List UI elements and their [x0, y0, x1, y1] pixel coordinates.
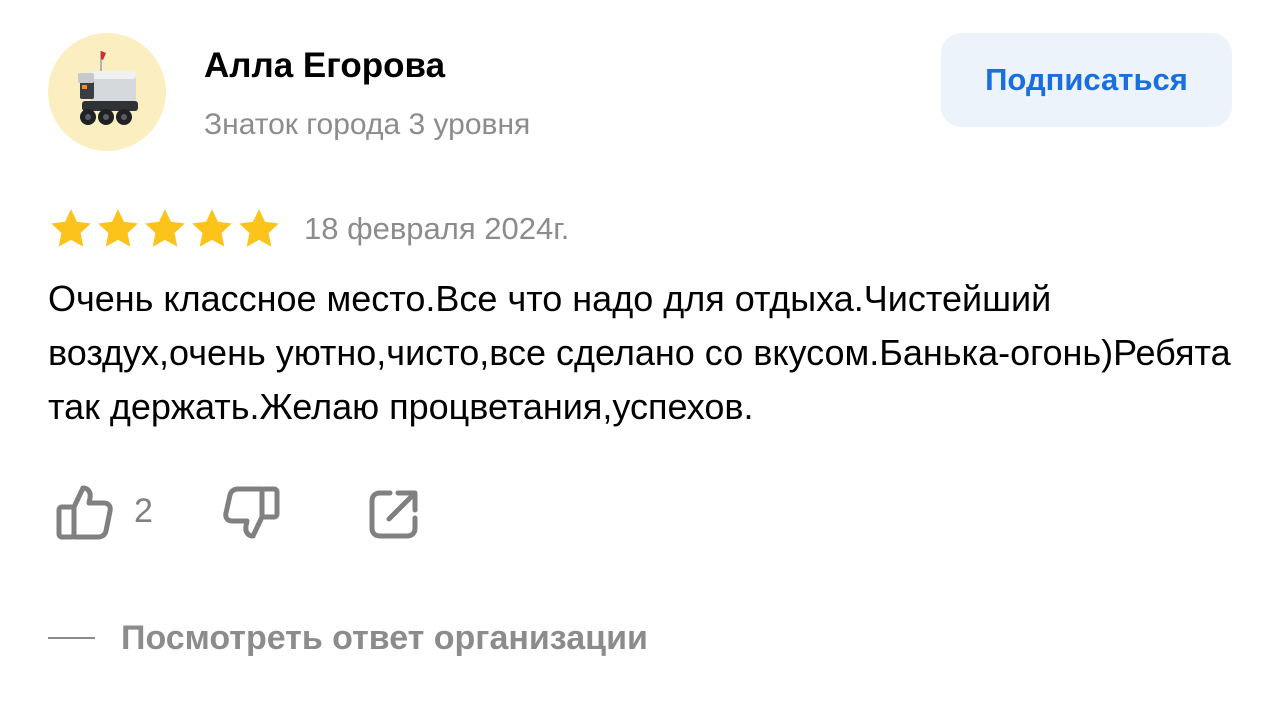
- delivery-robot-icon: [78, 51, 138, 125]
- divider-line: [48, 637, 95, 639]
- author-name[interactable]: Алла Егорова: [204, 44, 445, 88]
- star-icon: [98, 209, 138, 247]
- review-text: Очень классное место.Все что надо для от…: [48, 278, 1231, 427]
- rating-stars: [48, 206, 282, 252]
- star-icon: [192, 209, 232, 247]
- share-icon: [369, 490, 418, 539]
- share-button[interactable]: [368, 488, 420, 540]
- review-date: 18 февраля 2024г.: [304, 211, 570, 246]
- avatar[interactable]: [48, 33, 166, 151]
- dislike-button[interactable]: [220, 486, 282, 544]
- star-icon: [239, 209, 279, 247]
- subscribe-button[interactable]: Подписаться: [941, 33, 1232, 127]
- star-icon: [51, 209, 91, 247]
- view-organization-reply-link[interactable]: Посмотреть ответ организации: [121, 616, 648, 660]
- thumbs-down-icon: [223, 486, 280, 539]
- thumbs-up-icon: [56, 485, 113, 540]
- like-count: 2: [134, 492, 153, 530]
- author-level: Знаток города 3 уровня: [204, 108, 531, 141]
- star-icon: [145, 209, 185, 247]
- like-button[interactable]: 2: [54, 480, 153, 542]
